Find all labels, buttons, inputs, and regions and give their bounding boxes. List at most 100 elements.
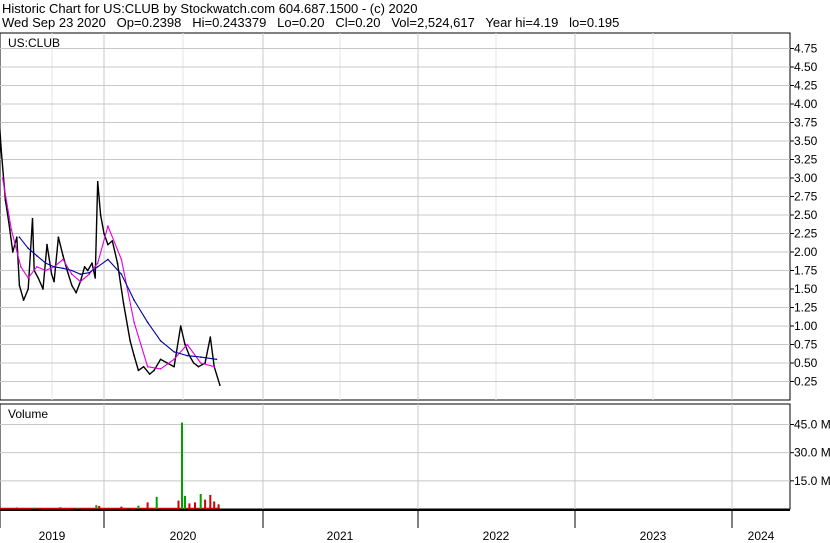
series-point-ma_long: [107, 258, 109, 261]
price-y-tick-label: 1.00: [794, 319, 818, 333]
volume-y-tick-label: 15.0 M: [794, 474, 830, 488]
series-point-ma_short: [71, 273, 73, 276]
price-y-tick-label: 1.50: [794, 282, 818, 296]
series-point-price: [184, 343, 186, 346]
series-point-ma_short: [79, 280, 82, 283]
series-point-price: [192, 362, 195, 364]
x-tick-label: 2019: [39, 529, 66, 543]
series-point-price: [8, 221, 10, 224]
series-point-ma_long: [215, 358, 218, 361]
series-point-price: [122, 303, 125, 305]
series-point-ma_short: [107, 225, 109, 227]
series-point-ma_short: [186, 343, 188, 346]
series-point-ma_long: [79, 273, 82, 276]
series-point-price: [159, 358, 162, 361]
series-point-price: [96, 180, 99, 183]
x-tick-label: 2023: [640, 529, 667, 543]
series-point-ma_short: [146, 365, 149, 368]
series-point-price: [42, 288, 44, 290]
stock-chart: US:CLUB 4.754.504.254.003.753.503.253.00…: [0, 32, 830, 543]
volume-bar: [76, 507, 79, 509]
series-point-price: [62, 254, 64, 257]
series-point-price: [142, 365, 145, 368]
series-point-ma_long: [36, 254, 38, 257]
series-point-ma_long: [120, 273, 123, 276]
series-point-ma_short: [44, 269, 47, 272]
series-point-price: [75, 291, 77, 294]
price-y-tick-label: 0.50: [794, 356, 818, 370]
series-point-price: [37, 277, 39, 279]
volume-bar: [137, 505, 140, 509]
series-point-price: [103, 232, 105, 235]
series-point-price: [15, 236, 18, 238]
series-point-price: [0, 147, 2, 150]
series-point-ma_short: [10, 229, 13, 231]
series-point-ma_long: [146, 321, 149, 324]
series-point-ma_short: [120, 258, 123, 261]
volume-bar: [15, 507, 18, 509]
series-point-ma_short: [133, 321, 135, 324]
volume-bar: [188, 503, 191, 509]
series-point-price: [209, 336, 212, 338]
x-tick-label: 2020: [170, 529, 197, 543]
series-point-price: [12, 251, 14, 253]
series-point-ma_long: [133, 299, 135, 301]
price-y-tick-label: 4.25: [794, 79, 818, 93]
series-point-price: [129, 340, 131, 342]
volume-bar: [181, 422, 183, 509]
series-point-ma_long: [159, 340, 162, 342]
series-point-ma_long: [62, 267, 64, 270]
volume-bar: [98, 506, 101, 509]
series-point-ma_long: [173, 351, 175, 353]
series-point-price: [50, 273, 53, 276]
series-point-price: [57, 236, 60, 238]
series-point-ma_long: [96, 266, 99, 268]
volume-bar: [120, 506, 123, 509]
price-panel: US:CLUB 4.754.504.254.003.753.503.253.00…: [0, 32, 818, 401]
series-point-price: [173, 365, 175, 368]
price-y-tick-label: 2.25: [794, 227, 818, 241]
price-y-tick-label: 3.50: [794, 134, 818, 148]
series-point-price: [197, 365, 200, 368]
price-y-tick-label: 0.75: [794, 338, 818, 352]
series-point-ma_long: [27, 247, 30, 250]
price-y-tick-label: 4.50: [794, 60, 818, 74]
series-point-price: [83, 266, 86, 268]
series-point-ma_short: [1, 177, 4, 179]
series-point-ma_long: [18, 236, 21, 238]
x-tick-label: 2022: [483, 529, 510, 543]
volume-y-axis: 45.0 M 30.0 M 15.0 M: [790, 418, 830, 488]
series-point-price: [53, 280, 55, 283]
series-point-ma_short: [96, 262, 99, 264]
series-point-ma_short: [20, 266, 22, 268]
series-point-price: [137, 369, 140, 372]
series-point-price: [148, 373, 151, 375]
series-point-ma_short: [62, 258, 64, 261]
series-point-ma_short: [27, 277, 30, 279]
series-point-price: [219, 384, 221, 387]
series-point-price: [87, 269, 89, 272]
volume-panel-title: Volume: [8, 407, 48, 421]
series-point-ma_short: [159, 368, 162, 370]
price-y-tick-label: 1.75: [794, 264, 818, 278]
series-point-price: [22, 299, 25, 301]
x-axis: 2019 2020 2021 2022 2023 2024: [0, 509, 790, 543]
volume-bar: [217, 504, 220, 509]
volume-bar: [194, 502, 196, 509]
price-y-axis: 4.75 4.50 4.25 4.00 3.75 3.50 3.25 3.00 2.75 2.50…: [790, 42, 818, 389]
series-point-price: [179, 325, 182, 327]
volume-bar: [95, 505, 98, 509]
volume-panel: Volume 45.0 M 30.0 M 15.0 M: [0, 403, 830, 510]
price-y-tick-label: 3.75: [794, 116, 818, 130]
series-point-ma_long: [53, 266, 55, 268]
series-point-price: [46, 243, 48, 246]
x-tick-label: 2024: [748, 529, 775, 543]
volume-bar: [33, 507, 36, 509]
series-point-ma_long: [199, 356, 202, 358]
series-point-price: [133, 354, 135, 357]
price-y-tick-label: 2.00: [794, 245, 818, 259]
price-y-tick-label: 0.25: [794, 375, 818, 389]
price-y-tick-label: 2.75: [794, 190, 818, 204]
price-y-tick-label: 3.00: [794, 171, 818, 185]
series-point-ma_short: [199, 362, 202, 364]
